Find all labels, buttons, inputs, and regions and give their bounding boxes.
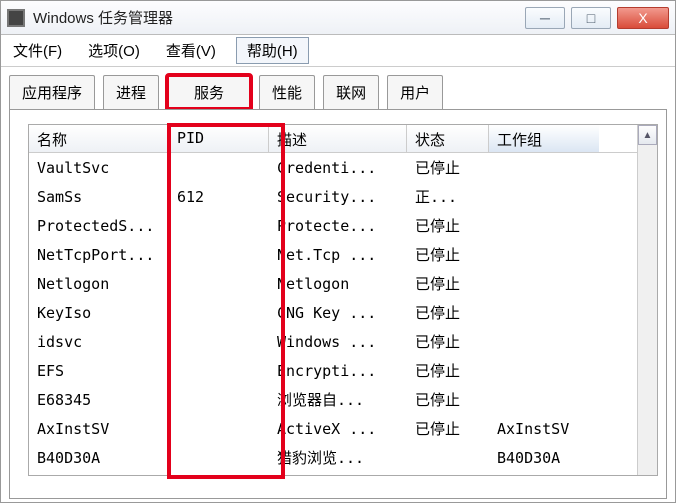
header-name[interactable]: 名称 <box>29 125 169 152</box>
scroll-up-button[interactable]: ▲ <box>638 125 657 145</box>
header-pid[interactable]: PID <box>169 125 269 152</box>
cell-state <box>407 456 489 460</box>
cell-state: 正... <box>407 184 489 209</box>
cell-pid <box>169 311 269 315</box>
cell-name: NetTcpPort... <box>29 244 169 266</box>
cell-state: 已停止 <box>407 271 489 296</box>
cell-name: B40D30A <box>29 447 169 469</box>
cell-group <box>489 340 599 344</box>
menu-help[interactable]: 帮助(H) <box>236 37 309 64</box>
cell-state: 已停止 <box>407 300 489 325</box>
cell-desc: 浏览器自... <box>269 387 407 412</box>
services-grid: 名称 PID 描述 状态 工作组 VaultSvcCredenti...已停止S… <box>28 124 658 476</box>
cell-pid <box>169 282 269 286</box>
cell-group <box>489 311 599 315</box>
cell-desc: Encrypti... <box>269 360 407 382</box>
table-row[interactable]: VaultSvc Credenti...已停止 <box>29 153 637 182</box>
cell-name: idsvc <box>29 331 169 353</box>
cell-desc: Security... <box>269 186 407 208</box>
tab-performance[interactable]: 性能 <box>259 75 315 109</box>
menu-view[interactable]: 查看(V) <box>160 38 222 63</box>
cell-pid <box>169 253 269 257</box>
cell-group <box>489 166 599 170</box>
tab-networking[interactable]: 联网 <box>323 75 379 109</box>
tab-content: 名称 PID 描述 状态 工作组 VaultSvcCredenti...已停止S… <box>9 109 667 499</box>
close-button[interactable]: X <box>617 7 669 29</box>
table-row[interactable]: ProtectedS... Protecte...已停止 <box>29 211 637 240</box>
menu-file[interactable]: 文件(F) <box>7 38 68 63</box>
cell-group <box>489 224 599 228</box>
cell-group <box>489 282 599 286</box>
cell-name: Netlogon <box>29 273 169 295</box>
cell-name: E68345 <box>29 389 169 411</box>
header-state[interactable]: 状态 <box>407 125 489 152</box>
cell-pid <box>169 166 269 170</box>
header-description[interactable]: 描述 <box>269 125 407 152</box>
menubar: 文件(F) 选项(O) 查看(V) 帮助(H) <box>1 35 675 67</box>
cell-state: 已停止 <box>407 329 489 354</box>
cell-name: AxInstSV <box>29 418 169 440</box>
cell-pid: 612 <box>169 186 269 208</box>
cell-name: KeyIso <box>29 302 169 324</box>
minimize-button[interactable]: ─ <box>525 7 565 29</box>
tab-strip: 应用程序 进程 服务 性能 联网 用户 <box>1 67 675 109</box>
cell-desc: Net.Tcp ... <box>269 244 407 266</box>
cell-state: 已停止 <box>407 155 489 180</box>
table-row[interactable]: idsvc Windows ...已停止 <box>29 327 637 356</box>
tab-processes[interactable]: 进程 <box>103 75 159 109</box>
table-row[interactable]: B40D30A 猎豹浏览... B40D30A <box>29 443 637 472</box>
cell-desc: 猎豹浏览... <box>269 445 407 470</box>
rows-container: VaultSvcCredenti...已停止SamSs612Security..… <box>29 153 637 475</box>
cell-state: 已停止 <box>407 387 489 412</box>
column-headers: 名称 PID 描述 状态 工作组 <box>29 125 637 153</box>
cell-desc: ActiveX ... <box>269 418 407 440</box>
cell-group <box>489 398 599 402</box>
table-row[interactable]: NetlogonNetlogon已停止 <box>29 269 637 298</box>
cell-group: B40D30A <box>489 447 599 469</box>
cell-pid <box>169 369 269 373</box>
cell-desc: Credenti... <box>269 157 407 179</box>
table-row[interactable]: SamSs612Security...正... <box>29 182 637 211</box>
header-group[interactable]: 工作组 <box>489 125 599 152</box>
table-row[interactable]: AxInstSVActiveX ...已停止AxInstSV <box>29 414 637 443</box>
titlebar[interactable]: Windows 任务管理器 ─ □ X <box>1 1 675 35</box>
cell-state: 已停止 <box>407 242 489 267</box>
app-icon <box>7 9 25 27</box>
menu-options[interactable]: 选项(O) <box>82 38 146 63</box>
cell-group <box>489 253 599 257</box>
table-row[interactable]: E68345 浏览器自...已停止 <box>29 385 637 414</box>
cell-group <box>489 369 599 373</box>
cell-desc: Protecte... <box>269 215 407 237</box>
window-controls: ─ □ X <box>525 7 669 29</box>
cell-state: 已停止 <box>407 213 489 238</box>
maximize-button[interactable]: □ <box>571 7 611 29</box>
tab-users[interactable]: 用户 <box>387 75 443 109</box>
table-row[interactable]: NetTcpPort... Net.Tcp ...已停止 <box>29 240 637 269</box>
cell-pid <box>169 224 269 228</box>
cell-name: SamSs <box>29 186 169 208</box>
cell-name: ProtectedS... <box>29 215 169 237</box>
cell-state: 已停止 <box>407 416 489 441</box>
cell-name: EFS <box>29 360 169 382</box>
table-row[interactable]: KeyIso CNG Key ...已停止 <box>29 298 637 327</box>
cell-pid <box>169 427 269 431</box>
window-title: Windows 任务管理器 <box>33 7 525 28</box>
cell-desc: Netlogon <box>269 273 407 295</box>
cell-group: AxInstSV <box>489 418 599 440</box>
table-row[interactable]: EFS Encrypti...已停止 <box>29 356 637 385</box>
cell-desc: CNG Key ... <box>269 302 407 324</box>
vertical-scrollbar[interactable]: ▲ <box>637 125 657 475</box>
cell-state: 已停止 <box>407 358 489 383</box>
cell-name: VaultSvc <box>29 157 169 179</box>
cell-pid <box>169 398 269 402</box>
cell-pid <box>169 456 269 460</box>
tab-applications[interactable]: 应用程序 <box>9 75 95 109</box>
cell-desc: Windows ... <box>269 331 407 353</box>
cell-group <box>489 195 599 199</box>
tab-services[interactable]: 服务 <box>167 75 251 109</box>
cell-pid <box>169 340 269 344</box>
task-manager-window: Windows 任务管理器 ─ □ X 文件(F) 选项(O) 查看(V) 帮助… <box>0 0 676 503</box>
